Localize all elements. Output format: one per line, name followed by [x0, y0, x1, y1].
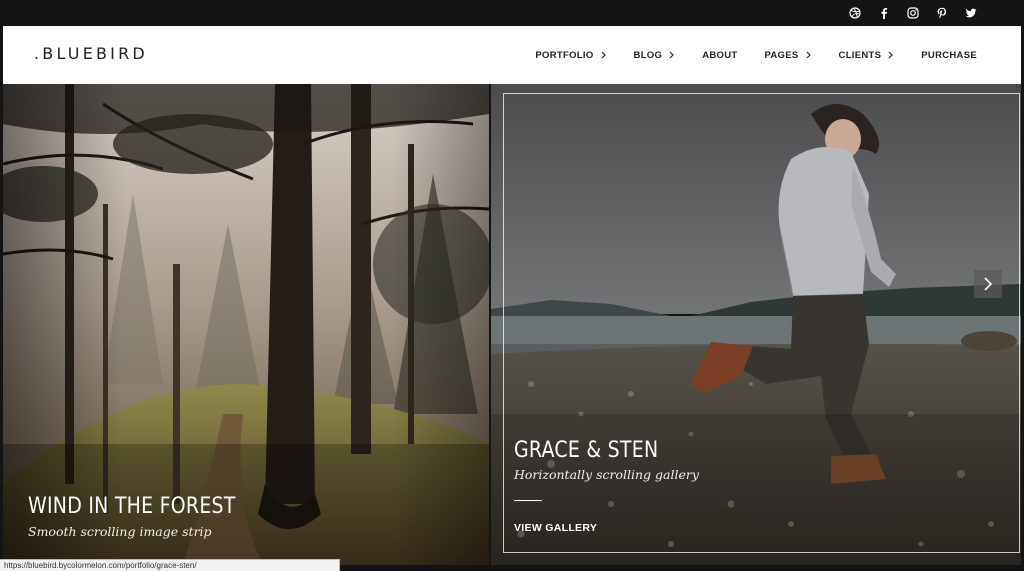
- main-nav: PORTFOLIO BLOG ABOUT PAGES CLIENTS PURCH…: [508, 26, 977, 84]
- dribbble-icon[interactable]: [846, 4, 864, 22]
- facebook-icon[interactable]: [875, 4, 893, 22]
- beach-photo: [491, 84, 1021, 565]
- chevron-right-icon: [601, 51, 606, 59]
- nav-label: PORTFOLIO: [535, 49, 594, 61]
- site-header: .BLUEBIRD PORTFOLIO BLOG ABOUT PAGES CLI…: [3, 26, 1021, 84]
- chevron-right-icon: [888, 51, 894, 59]
- browser-status-url: https://bluebird.bycolormelon.com/portfo…: [0, 559, 340, 571]
- social-icons: [835, 0, 980, 26]
- nav-label: PAGES: [764, 49, 799, 61]
- nav-item-pages[interactable]: PAGES: [764, 50, 811, 61]
- chevron-right-icon: [806, 51, 811, 59]
- gallery-title: WIND IN THE FOREST: [28, 494, 236, 519]
- pinterest-icon[interactable]: [933, 4, 951, 22]
- nav-label: CLIENTS: [838, 49, 882, 61]
- chevron-right-icon: [984, 277, 993, 291]
- site-logo[interactable]: .BLUEBIRD: [34, 44, 148, 63]
- nav-label: PURCHASE: [921, 49, 977, 61]
- view-gallery-link[interactable]: VIEW GALLERY: [514, 522, 597, 534]
- social-bar: [0, 0, 1024, 26]
- gallery-subtitle: Horizontally scrolling gallery: [514, 467, 699, 482]
- gallery-item-wind-in-the-forest[interactable]: WIND IN THE FOREST Smooth scrolling imag…: [3, 84, 489, 565]
- nav-item-purchase[interactable]: PURCHASE: [921, 50, 977, 61]
- gallery-title: GRACE & STEN: [514, 438, 659, 463]
- twitter-icon[interactable]: [962, 4, 980, 22]
- nav-label: ABOUT: [702, 49, 738, 61]
- gallery-subtitle: Smooth scrolling image strip: [28, 524, 212, 539]
- nav-item-portfolio[interactable]: PORTFOLIO: [535, 50, 606, 61]
- nav-label: BLOG: [633, 49, 663, 61]
- nav-item-about[interactable]: ABOUT: [702, 50, 737, 61]
- nav-item-clients[interactable]: CLIENTS: [839, 50, 895, 61]
- chevron-right-icon: [669, 51, 675, 59]
- forest-photo: [3, 84, 489, 565]
- title-divider: [514, 500, 542, 501]
- nav-item-blog[interactable]: BLOG: [634, 50, 676, 61]
- gallery-item-grace-and-sten[interactable]: GRACE & STEN Horizontally scrolling gall…: [491, 84, 1021, 565]
- next-slide-button[interactable]: [974, 270, 1002, 298]
- instagram-icon[interactable]: [904, 4, 922, 22]
